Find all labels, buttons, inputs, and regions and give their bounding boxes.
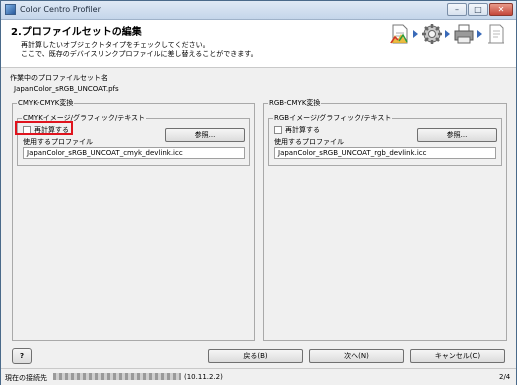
rgb-recalc-label: 再計算する [285, 126, 320, 134]
rgb-conversion-group: RGB-CMYK変換 RGBイメージ/グラフィック/テキスト 再計算する 参照.… [263, 99, 507, 341]
step-arrow-icon [445, 30, 450, 38]
rgb-profile-field[interactable]: JapanColor_sRGB_UNCOAT_rgb_devlink.icc [274, 147, 496, 159]
rgb-group-title: RGB-CMYK変換 [268, 99, 322, 108]
cmyk-group-title: CMYK-CMYK変換 [17, 99, 75, 108]
page-header: 2.プロファイルセットの編集 再計算したいオブジェクトタイプをチェックしてくださ… [1, 20, 516, 68]
minimize-button[interactable]: – [447, 3, 467, 16]
connection-ip: (10.11.2.2) [184, 373, 223, 381]
profile-set-label: 作業中のプロファイルセット名 [10, 74, 108, 82]
rgb-browse-button[interactable]: 参照... [417, 128, 497, 142]
profile-set-name: JapanColor_sRGB_UNCOAT.pfs [14, 85, 119, 93]
page-title: 2.プロファイルセットの編集 [11, 27, 142, 38]
app-window: Color Centro Profiler – □ ✕ 2.プロファイルセットの… [0, 0, 517, 385]
cmyk-profile-field[interactable]: JapanColor_sRGB_UNCOAT_cmyk_devlink.icc [23, 147, 245, 159]
help-icon: ? [19, 352, 25, 360]
title-bar[interactable]: Color Centro Profiler – □ ✕ [1, 1, 516, 20]
back-button[interactable]: 戻る(B) [208, 349, 303, 363]
window-title: Color Centro Profiler [20, 5, 101, 14]
cancel-button[interactable]: キャンセル(C) [410, 349, 505, 363]
restore-button[interactable]: □ [468, 3, 488, 16]
help-button[interactable]: ? [12, 348, 32, 364]
rgb-profile-label: 使用するプロファイル [274, 138, 344, 146]
step-arrow-icon [477, 30, 482, 38]
app-icon [5, 4, 16, 15]
cmyk-browse-button[interactable]: 参照... [165, 128, 245, 142]
rgb-object-title: RGBイメージ/グラフィック/テキスト [273, 114, 393, 123]
page-description: 再計算したいオブジェクトタイプをチェックしてください。 ここで、既存のデバイスリ… [21, 41, 258, 59]
gear-icon [422, 24, 442, 44]
redacted-hostname [53, 373, 181, 380]
document-icon [390, 24, 408, 44]
recalc-highlight-box [15, 121, 73, 135]
description-line-1: 再計算したいオブジェクトタイプをチェックしてください。 [21, 41, 210, 49]
printer-icon [454, 24, 474, 44]
close-button[interactable]: ✕ [489, 3, 513, 16]
rgb-recalc-checkbox[interactable] [274, 126, 282, 134]
step-arrow-icon [413, 30, 418, 38]
rgb-object-group: RGBイメージ/グラフィック/テキスト 再計算する 参照... 使用するプロファ… [268, 114, 502, 166]
finish-icon [488, 24, 504, 44]
status-bar: 現在の接続先 (10.11.2.2) 2/4 [1, 368, 516, 385]
next-button[interactable]: 次へ(N) [309, 349, 404, 363]
connection-label: 現在の接続先 [5, 374, 47, 382]
page-indicator: 2/4 [499, 373, 511, 381]
wizard-steps [389, 23, 509, 47]
cmyk-profile-label: 使用するプロファイル [23, 138, 93, 146]
cmyk-conversion-group: CMYK-CMYK変換 CMYKイメージ/グラフィック/テキスト 再計算する 参… [12, 99, 255, 341]
description-line-2: ここで、既存のデバイスリンクプロファイルに差し替えることができます。 [21, 50, 258, 58]
